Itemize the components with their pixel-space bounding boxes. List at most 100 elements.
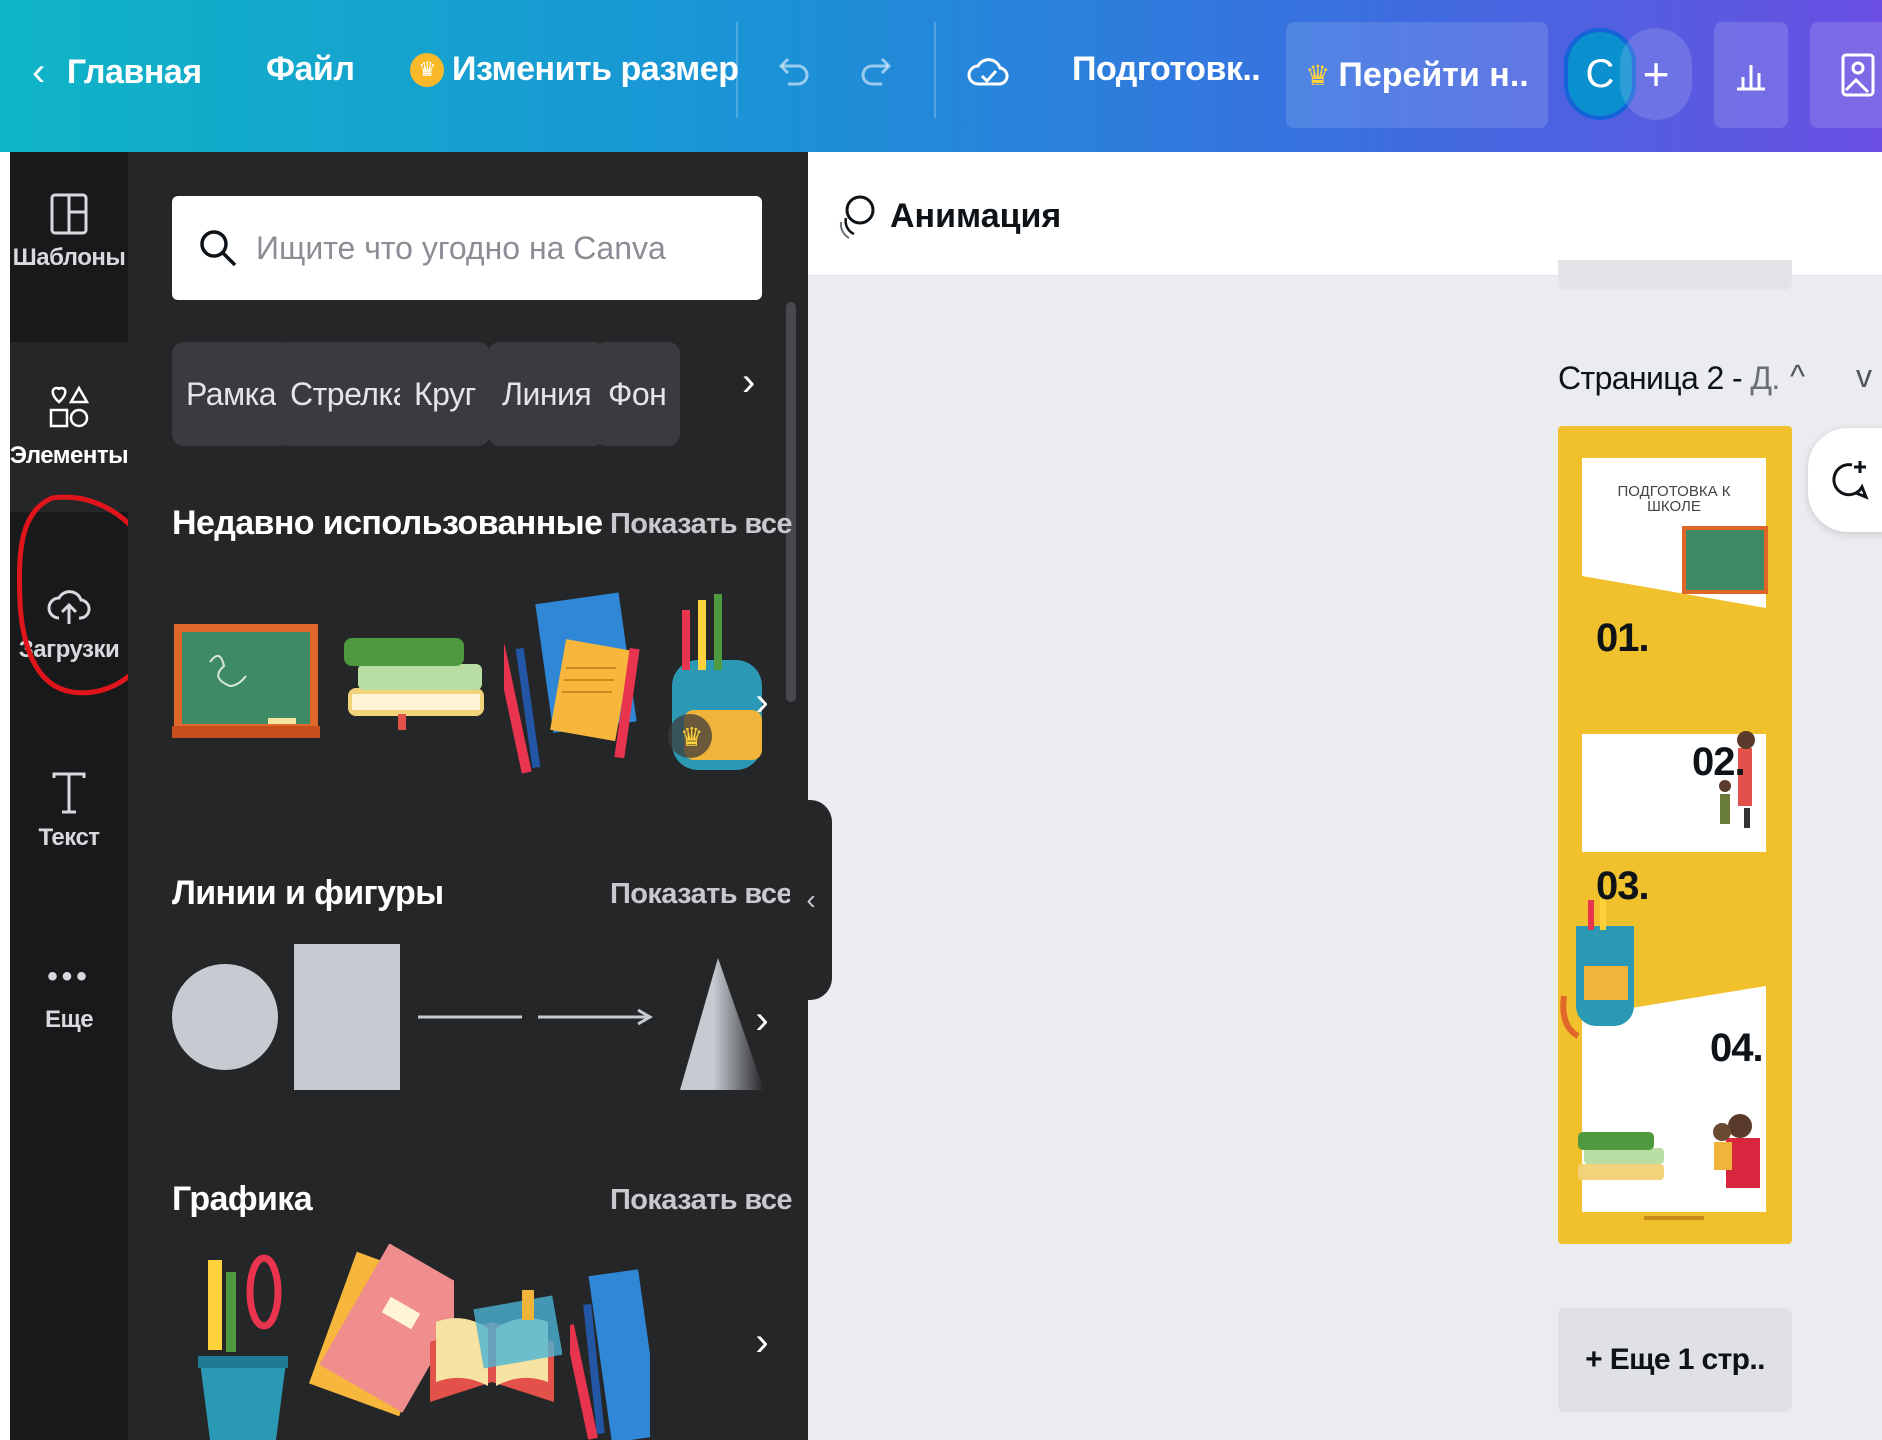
circle-shape[interactable]	[172, 964, 278, 1070]
shapes-next-button[interactable]: ›	[740, 970, 784, 1070]
page-down-button[interactable]: v	[1856, 358, 1872, 395]
add-comment-button[interactable]	[1808, 428, 1882, 532]
show-all-graphics-link[interactable]: Показать все	[610, 1184, 793, 1217]
arrow-shape[interactable]	[538, 1008, 653, 1026]
top-bar: ‹ Главная Файл ♛ Изменить размер Подгото…	[0, 0, 1882, 152]
page-2-thumbnail[interactable]: ПОДГОТОВКА К ШКОЛЕ 01. 02. 03. 04.	[1558, 426, 1792, 1244]
chevron-right-icon: ›	[755, 1319, 769, 1364]
avatar-letter: С	[1585, 51, 1615, 96]
page-name: Страница 2 -	[1558, 360, 1751, 396]
chalkboard-thumbnail[interactable]	[172, 622, 320, 742]
text-icon	[52, 772, 86, 814]
sidebar-item-label: Текст	[38, 824, 100, 851]
resize-button[interactable]: ♛ Изменить размер	[410, 50, 739, 89]
add-collaborator-button[interactable]: +	[1620, 28, 1692, 120]
more-dots-icon: •••	[47, 960, 91, 993]
home-label: Главная	[66, 53, 202, 91]
sidebar-item-templates[interactable]: Шаблоны	[10, 192, 128, 272]
search-input[interactable]	[256, 229, 736, 267]
chip-label: Фон	[608, 375, 667, 412]
sidebar-item-uploads[interactable]: Загрузки	[10, 580, 128, 664]
pencil-cup-thumbnail[interactable]	[188, 1252, 298, 1440]
collapse-panel-button[interactable]: ‹	[790, 800, 832, 1000]
page-up-button[interactable]: ^	[1790, 358, 1805, 395]
undo-icon	[778, 57, 809, 86]
chevron-right-icon[interactable]: ›	[742, 360, 755, 405]
chevron-left-icon: ‹	[32, 50, 45, 94]
thumb-heading: ПОДГОТОВКА К ШКОЛЕ	[1617, 483, 1731, 515]
file-menu-button[interactable]: Файл	[266, 50, 355, 89]
section-title-lines-shapes: Линии и фигуры	[172, 874, 444, 912]
elements-icon	[49, 385, 90, 428]
filter-chips: Рамка Стрелка Круг Линия Фон	[172, 342, 764, 446]
insights-button[interactable]	[1714, 22, 1788, 128]
chevron-up-icon: ^	[1790, 358, 1806, 394]
chip-background[interactable]: Фон	[594, 342, 681, 446]
file-label: Файл	[266, 50, 355, 88]
recent-next-button[interactable]: ›	[740, 652, 784, 752]
previous-page-card[interactable]	[1558, 260, 1792, 290]
sidebar-item-label: Загрузки	[18, 636, 120, 663]
graphics-next-button[interactable]: ›	[740, 1292, 784, 1392]
crown-icon: ♛	[1305, 59, 1331, 91]
chip-label: Линия	[502, 375, 592, 412]
search-box[interactable]	[172, 196, 762, 300]
sidebar-item-more[interactable]: ••• Еще	[10, 960, 128, 1034]
open-book-thumbnail[interactable]	[422, 1282, 562, 1432]
section-title-graphics: Графика	[172, 1180, 313, 1218]
chip-line[interactable]: Линия	[488, 342, 606, 446]
chevron-down-icon: v	[1856, 358, 1872, 394]
sidebar-item-text[interactable]: Текст	[10, 770, 128, 852]
search-icon	[200, 230, 237, 267]
upgrade-button[interactable]: ♛ Перейти н..	[1286, 22, 1548, 128]
sidebar-item-label: Элементы	[9, 442, 129, 469]
present-button[interactable]	[1810, 22, 1882, 128]
elements-panel: Рамка Стрелка Круг Линия Фон › Недавно и…	[128, 152, 808, 1440]
sidebar-item-label: Шаблоны	[12, 244, 126, 271]
chip-frame[interactable]: Рамка	[172, 342, 291, 446]
chevron-left-icon: ‹	[806, 884, 816, 915]
thumb-step-3: 03.	[1596, 864, 1650, 908]
chip-label: Стрелка	[290, 375, 410, 412]
cloud-save-button[interactable]	[966, 50, 1010, 94]
sidebar-item-label: Еще	[44, 1006, 94, 1033]
cloud-check-icon	[967, 58, 1009, 86]
divider	[736, 22, 738, 118]
bar-chart-icon	[1737, 65, 1765, 91]
page-title[interactable]: Страница 2 - Д.	[1558, 360, 1780, 397]
more-pages-label: + Еще 1 стр..	[1585, 1343, 1765, 1376]
pencils-notebook-thumbnail[interactable]	[570, 1264, 650, 1440]
more-pages-button[interactable]: + Еще 1 стр..	[1558, 1308, 1792, 1412]
chevron-right-icon: ›	[755, 997, 769, 1042]
scrollbar[interactable]	[786, 302, 796, 702]
page-2-preview	[1560, 458, 1768, 1220]
left-sidebar: Шаблоны Элементы Загрузки Текст ••• Еще	[0, 152, 166, 1440]
sidebar-item-elements[interactable]: Элементы	[9, 342, 129, 512]
chip-label: Круг	[414, 375, 476, 412]
plus-icon: +	[1642, 48, 1670, 100]
design-title[interactable]: Подготовк..	[1072, 50, 1261, 89]
animation-icon	[839, 195, 875, 239]
books-stack-thumbnail[interactable]	[338, 624, 494, 734]
square-shape[interactable]	[294, 944, 400, 1090]
divider	[934, 22, 936, 118]
present-icon	[1841, 53, 1875, 97]
show-all-lines-link[interactable]: Показать все	[610, 878, 793, 911]
animate-button[interactable]: Анимация	[836, 192, 1061, 240]
notebooks-pencils-thumbnail[interactable]	[504, 588, 644, 778]
chip-circle[interactable]: Круг	[400, 342, 490, 446]
chip-label: Рамка	[186, 375, 277, 412]
templates-icon	[50, 193, 88, 235]
redo-button[interactable]	[856, 50, 900, 94]
section-title-recent: Недавно использованные	[172, 504, 603, 542]
show-all-recent-link[interactable]: Показать все	[610, 508, 793, 541]
thumb-step-2: 02.	[1692, 740, 1746, 784]
home-button[interactable]: ‹ Главная	[32, 50, 202, 95]
svg-text:♛: ♛	[680, 723, 703, 753]
upgrade-label: Перейти н..	[1338, 55, 1529, 94]
undo-button[interactable]	[770, 50, 814, 94]
shapes-row	[172, 944, 764, 1090]
redo-icon	[861, 57, 892, 86]
resize-label: Изменить размер	[452, 50, 739, 88]
crown-icon: ♛	[410, 52, 444, 87]
